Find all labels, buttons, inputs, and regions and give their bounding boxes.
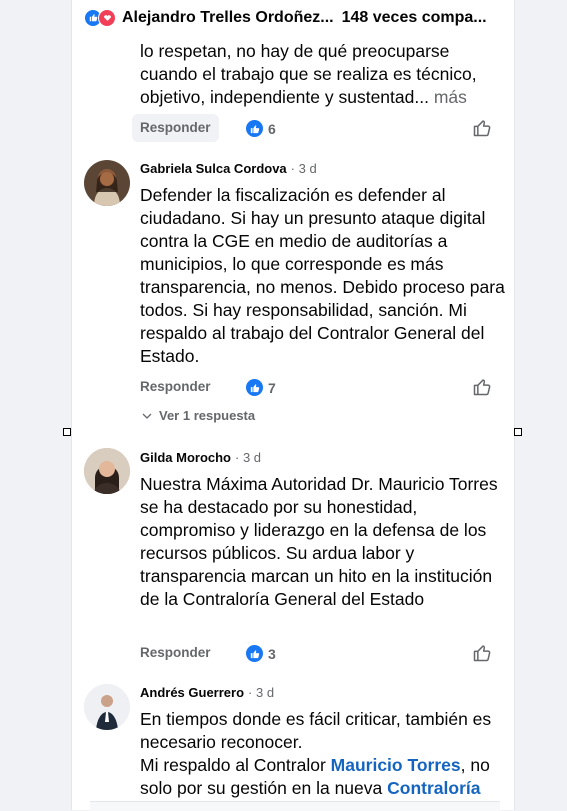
reaction-summary[interactable]: 3	[246, 645, 276, 662]
comment-time[interactable]: · 3 d	[291, 161, 317, 176]
author-name[interactable]: Andrés Guerrero	[140, 685, 244, 700]
like-icon	[246, 645, 263, 662]
author-name[interactable]: Gabriela Sulca Cordova	[140, 161, 287, 176]
panel-border-left	[71, 0, 72, 810]
like-icon	[246, 120, 263, 137]
thumbs-up-icon[interactable]	[472, 377, 492, 397]
love-icon	[98, 9, 116, 27]
reaction-count: 3	[268, 645, 276, 662]
reply-button[interactable]: Responder	[132, 639, 219, 667]
resize-handle-right[interactable]	[514, 428, 522, 436]
comment-actions: Responder 6	[132, 114, 502, 144]
view-replies-button[interactable]: Ver 1 respuesta	[141, 408, 255, 423]
reaction-count: 7	[268, 379, 276, 396]
reaction-summary[interactable]: 7	[246, 379, 276, 396]
thumbs-up-icon[interactable]	[472, 643, 492, 663]
author-name[interactable]: Gilda Morocho	[140, 450, 231, 465]
reaction-count: 6	[268, 120, 276, 137]
mention-link[interactable]: Mauricio Torres	[331, 755, 461, 775]
comment-text: Defender la fiscalización es defender al…	[140, 185, 505, 366]
comment-body: lo respetan, no hay de qué preocuparse c…	[140, 41, 477, 107]
thumbs-up-icon[interactable]	[472, 118, 492, 138]
resize-handle-left[interactable]	[63, 428, 71, 436]
comment-text: Nuestra Máxima Autoridad Dr. Mauricio To…	[140, 474, 498, 609]
reaction-summary[interactable]: 6	[246, 120, 276, 137]
reply-button[interactable]: Responder	[132, 114, 219, 142]
shares-count[interactable]: 148 veces compa...	[342, 9, 487, 27]
comment-time[interactable]: · 3 d	[235, 450, 261, 465]
comment-body: En tiempos donde es fácil criticar, tamb…	[140, 709, 492, 752]
post-reactions-summary[interactable]: Alejandro Trelles Ordoñez... 148 veces c…	[84, 8, 504, 28]
comment-actions: Responder 3	[132, 639, 502, 669]
comment-header: Gilda Morocho · 3 d	[140, 450, 261, 465]
like-icon	[246, 379, 263, 396]
see-more-link[interactable]: más	[434, 87, 467, 107]
panel-border-right	[514, 0, 515, 810]
chevron-down-icon	[142, 413, 152, 419]
avatar[interactable]	[84, 160, 130, 206]
comment-text: En tiempos donde es fácil criticar, tamb…	[140, 708, 505, 800]
avatar[interactable]	[84, 684, 130, 730]
reply-button[interactable]: Responder	[132, 373, 219, 401]
avatar[interactable]	[84, 448, 130, 494]
reactors-names[interactable]: Alejandro Trelles Ordoñez...	[122, 9, 334, 27]
comment-time[interactable]: · 3 d	[248, 685, 274, 700]
comment-text: lo respetan, no hay de qué preocuparse c…	[140, 40, 505, 109]
comment-actions: Responder 7	[132, 373, 502, 403]
mention-link[interactable]: Contraloría	[387, 778, 480, 798]
comment-body: Mi respaldo al Contralor	[140, 755, 331, 775]
comment-header: Andrés Guerrero · 3 d	[140, 685, 274, 700]
comment-header: Gabriela Sulca Cordova · 3 d	[140, 161, 317, 176]
view-replies-label: Ver 1 respuesta	[159, 408, 256, 423]
